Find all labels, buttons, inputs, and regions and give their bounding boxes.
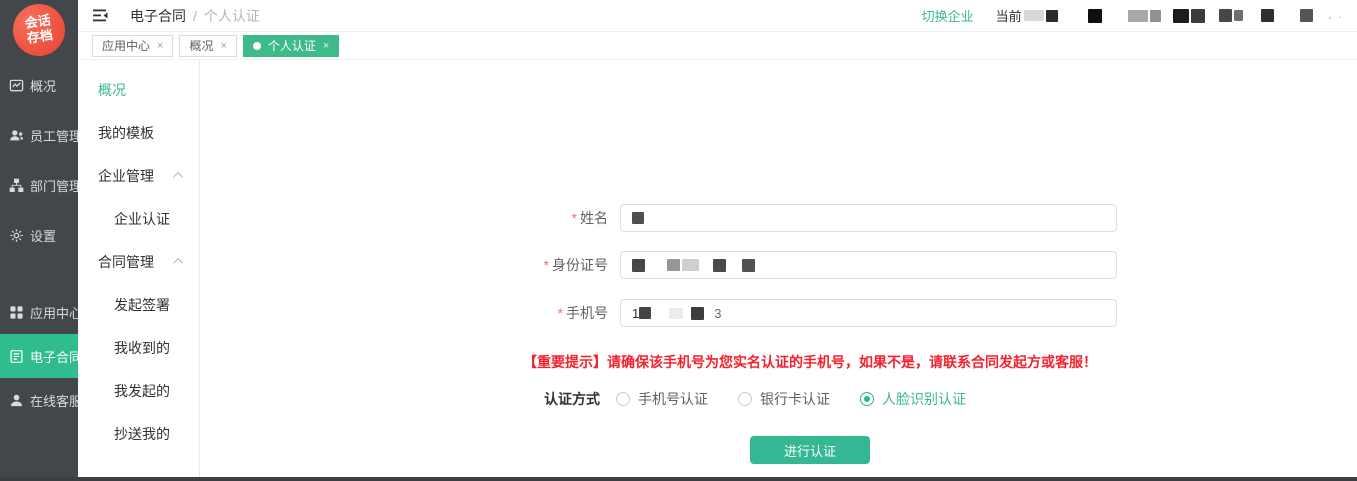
contract-icon — [9, 349, 24, 364]
phone-field-label: *手机号 — [200, 303, 620, 323]
current-company-redacted — [1022, 9, 1313, 23]
breadcrumb-separator: / — [193, 8, 197, 24]
logo: 会话 存档 — [0, 0, 78, 60]
gear-icon — [9, 228, 24, 243]
tab-app-center[interactable]: 应用中心 × — [92, 35, 173, 57]
sidebar-item-departments[interactable]: 部门管理 — [0, 160, 78, 210]
radio-icon[interactable] — [616, 392, 630, 406]
close-icon[interactable]: × — [220, 40, 226, 52]
chevron-up-icon — [173, 258, 183, 268]
subnav-item-initiate-signing[interactable]: 发起签署 — [78, 283, 199, 326]
subnav-label: 抄送我的 — [114, 424, 170, 444]
phone-visible-prefix: 1 — [632, 306, 639, 321]
sidebar-item-label: 概况 — [30, 76, 56, 95]
sidebar-item-online-service[interactable]: 在线客服 — [0, 378, 78, 422]
tab-label: 概况 — [189, 37, 213, 54]
subnav-item-initiated[interactable]: 我发起的 — [78, 369, 199, 412]
subnav-label: 我的模板 — [98, 123, 154, 143]
required-marker: * — [572, 210, 577, 226]
radio-label: 银行卡认证 — [760, 389, 830, 409]
subnav-group-enterprise-mgmt[interactable]: 企业管理 — [78, 154, 199, 197]
radio-option-bankcard-auth[interactable]: 银行卡认证 — [738, 389, 830, 409]
subnav-item-my-templates[interactable]: 我的模板 — [78, 111, 199, 154]
subnav-group-contract-mgmt[interactable]: 合同管理 — [78, 240, 199, 283]
id-number-input[interactable] — [620, 251, 1117, 279]
service-icon — [9, 393, 24, 408]
users-icon — [9, 128, 24, 143]
required-marker: * — [558, 305, 563, 321]
subnav-label: 我发起的 — [114, 381, 170, 401]
subnav-label: 我收到的 — [114, 338, 170, 358]
subnav-label: 发起签署 — [114, 295, 170, 315]
redacted-trailing-marks: , . — [1329, 10, 1343, 21]
primary-sidebar: 会话 存档 概况 — [0, 0, 78, 481]
subnav-item-cc-me[interactable]: 抄送我的 — [78, 412, 199, 455]
subnav-item-enterprise-auth[interactable]: 企业认证 — [78, 197, 199, 240]
required-marker: * — [544, 257, 549, 273]
radio-icon[interactable] — [738, 392, 752, 406]
sidebar-item-label: 员工管理 — [30, 126, 82, 145]
sidebar-item-overview[interactable]: 概况 — [0, 60, 78, 110]
sidebar-item-label: 部门管理 — [30, 176, 82, 195]
tab-bar: 应用中心 × 概况 × 个人认证 × — [78, 32, 1357, 60]
menu-fold-icon[interactable] — [92, 8, 110, 23]
tab-overview[interactable]: 概况 × — [179, 35, 236, 57]
id-number-field-label: *身份证号 — [200, 255, 620, 275]
subnav-item-overview[interactable]: 概况 — [78, 68, 199, 111]
grid-icon — [9, 305, 24, 320]
close-icon[interactable]: × — [323, 40, 329, 52]
name-field-label: *姓名 — [200, 208, 620, 228]
tab-label: 个人认证 — [268, 37, 316, 54]
chevron-up-icon — [173, 172, 183, 182]
subnav-label: 企业管理 — [98, 166, 154, 186]
proceed-auth-button[interactable]: 进行认证 — [750, 436, 870, 464]
app-window: 会话 存档 概况 — [0, 0, 1357, 481]
subnav-label: 企业认证 — [114, 209, 170, 229]
sidebar-item-label: 电子合同 — [30, 347, 82, 366]
important-notice-text: 【重要提示】请确保该手机号为您实名认证的手机号，如果不是，请联系合同发起方或客服… — [523, 352, 1097, 372]
top-bar: 电子合同 / 个人认证 切换企业 当前 — [78, 0, 1357, 32]
chart-icon — [9, 78, 24, 93]
app-logo-badge[interactable]: 会话 存档 — [10, 1, 69, 60]
sidebar-item-label: 在线客服 — [30, 391, 82, 410]
breadcrumb-section[interactable]: 电子合同 — [130, 6, 186, 26]
current-company-prefix: 当前 — [996, 6, 1022, 25]
tab-label: 应用中心 — [102, 37, 150, 54]
sidebar-item-employees[interactable]: 员工管理 — [0, 110, 78, 160]
sidebar-item-app-center[interactable]: 应用中心 — [0, 290, 78, 334]
horizontal-scrollbar[interactable] — [0, 477, 1357, 481]
breadcrumb-current: 个人认证 — [204, 6, 260, 26]
radio-option-face-auth[interactable]: 人脸识别认证 — [860, 389, 966, 409]
org-icon — [9, 178, 24, 193]
radio-label: 手机号认证 — [638, 389, 708, 409]
breadcrumb: 电子合同 / 个人认证 — [130, 6, 260, 26]
auth-method-row: 认证方式 手机号认证 银行卡认证 人脸识别认证 — [544, 389, 996, 409]
phone-visible-suffix: 3 — [714, 306, 721, 321]
active-dot-icon — [253, 42, 261, 50]
radio-label: 人脸识别认证 — [882, 389, 966, 409]
sidebar-item-e-contract[interactable]: 电子合同 — [0, 334, 78, 378]
tab-personal-auth[interactable]: 个人认证 × — [243, 35, 339, 57]
switch-company-link[interactable]: 切换企业 — [922, 6, 974, 25]
sidebar-item-label: 设置 — [30, 226, 56, 245]
sidebar-item-settings[interactable]: 设置 — [0, 210, 78, 260]
auth-method-label: 认证方式 — [544, 389, 600, 409]
subnav-label: 概况 — [98, 80, 126, 100]
subnav-item-received[interactable]: 我收到的 — [78, 326, 199, 369]
subnav-label: 合同管理 — [98, 252, 154, 272]
logo-line2: 存档 — [26, 28, 54, 46]
radio-checked-icon[interactable] — [860, 392, 874, 406]
phone-input[interactable]: 1 3 — [620, 299, 1117, 327]
sidebar-item-label: 应用中心 — [30, 303, 82, 322]
radio-option-phone-auth[interactable]: 手机号认证 — [616, 389, 708, 409]
main-content: *姓名 *身份证号 — [200, 60, 1357, 481]
secondary-sidebar: 概况 我的模板 企业管理 企业认证 合同管理 发起签署 — [78, 60, 200, 481]
name-input[interactable] — [620, 204, 1117, 232]
close-icon[interactable]: × — [157, 40, 163, 52]
